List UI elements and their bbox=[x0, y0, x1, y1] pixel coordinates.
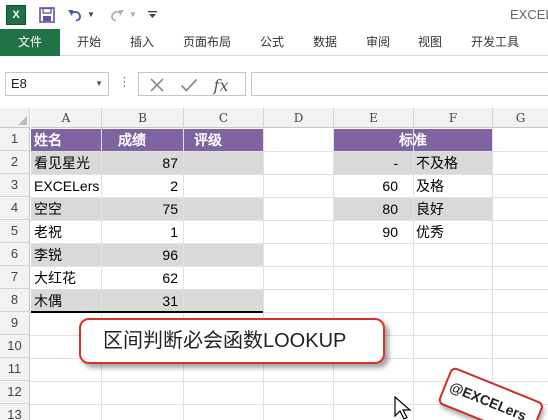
tab-view[interactable]: 视图 bbox=[418, 29, 442, 56]
column-header-f[interactable]: F bbox=[414, 108, 493, 128]
row-header-10[interactable]: 10 bbox=[0, 335, 30, 358]
row-header-11[interactable]: 11 bbox=[0, 358, 30, 381]
enter-check-icon[interactable] bbox=[177, 76, 201, 94]
criteria-level[interactable]: 及格 bbox=[416, 175, 492, 197]
name-box[interactable]: E8 ▼ bbox=[5, 72, 109, 96]
select-all-corner[interactable] bbox=[0, 108, 30, 128]
gridline bbox=[413, 128, 414, 420]
cell-score[interactable]: 75 bbox=[102, 198, 178, 220]
cell-name[interactable]: 大红花 bbox=[34, 267, 100, 289]
cell-name[interactable]: 老祝 bbox=[34, 221, 100, 243]
redo-dropdown-icon[interactable]: ▼ bbox=[128, 5, 138, 24]
cell-score[interactable]: 96 bbox=[102, 244, 178, 266]
tab-formulas[interactable]: 公式 bbox=[260, 29, 284, 56]
column-header-d[interactable]: D bbox=[264, 108, 334, 128]
column-header-e[interactable]: E bbox=[334, 108, 414, 128]
row-header-8[interactable]: 8 bbox=[0, 289, 30, 312]
redo-icon[interactable] bbox=[108, 5, 126, 24]
gridline bbox=[183, 128, 184, 420]
excel-app-icon[interactable]: X bbox=[6, 5, 26, 25]
criteria-level[interactable]: 不及格 bbox=[416, 152, 492, 174]
title-bar: X ▼ ▼ EXCEL bbox=[0, 0, 548, 29]
cell-name[interactable]: 看见星光 bbox=[34, 152, 100, 174]
customize-toolbar-icon[interactable] bbox=[146, 5, 158, 24]
cell-score[interactable]: 62 bbox=[102, 267, 178, 289]
window-title: EXCEL bbox=[510, 7, 548, 22]
table-bottom-border bbox=[31, 311, 263, 313]
cell-score[interactable]: 87 bbox=[102, 152, 178, 174]
column-header-a[interactable]: A bbox=[31, 108, 102, 128]
criteria-threshold[interactable]: - bbox=[334, 152, 398, 174]
row-header-1[interactable]: 1 bbox=[0, 128, 30, 151]
gridline bbox=[492, 128, 493, 420]
formula-bar: E8 ▼ ⋮ fx bbox=[0, 56, 548, 108]
tab-data[interactable]: 数据 bbox=[313, 29, 337, 56]
formula-bar-grip-icon[interactable]: ⋮ bbox=[118, 74, 131, 90]
criteria-level[interactable]: 良好 bbox=[416, 198, 492, 220]
header-name[interactable]: 姓名 bbox=[34, 129, 100, 151]
insert-function-icon[interactable]: fx bbox=[209, 76, 233, 95]
save-icon[interactable] bbox=[38, 5, 56, 24]
row-header-6[interactable]: 6 bbox=[0, 243, 30, 266]
lookup-callout: 区间判断必会函数LOOKUP bbox=[79, 318, 385, 364]
tab-developer[interactable]: 开发工具 bbox=[471, 29, 519, 56]
column-header-g[interactable]: G bbox=[493, 108, 548, 128]
cell-score[interactable]: 1 bbox=[102, 221, 178, 243]
row-header-9[interactable]: 9 bbox=[0, 312, 30, 335]
row-header-12[interactable]: 12 bbox=[0, 381, 30, 404]
cell-score[interactable]: 31 bbox=[102, 290, 178, 312]
criteria-threshold[interactable]: 90 bbox=[334, 221, 398, 243]
select-all-triangle-icon bbox=[18, 116, 27, 125]
criteria-header[interactable]: 标准 bbox=[334, 129, 492, 151]
column-header-c[interactable]: C bbox=[184, 108, 264, 128]
tab-page-layout[interactable]: 页面布局 bbox=[183, 29, 231, 56]
mouse-cursor-icon bbox=[394, 395, 414, 420]
cell-name[interactable]: 李锐 bbox=[34, 244, 100, 266]
formula-buttons: fx bbox=[138, 72, 246, 96]
cell-name[interactable]: EXCELers bbox=[34, 175, 100, 197]
header-grade[interactable]: 评级 bbox=[194, 129, 260, 151]
tab-home[interactable]: 开始 bbox=[77, 29, 101, 56]
undo-icon[interactable] bbox=[66, 5, 84, 24]
cell-name[interactable]: 空空 bbox=[34, 198, 100, 220]
chevron-down-icon[interactable]: ▼ bbox=[95, 73, 103, 95]
cell-name[interactable]: 木偶 bbox=[34, 290, 100, 312]
gridline bbox=[263, 128, 264, 420]
criteria-threshold[interactable]: 80 bbox=[334, 198, 398, 220]
row-header-7[interactable]: 7 bbox=[0, 266, 30, 289]
row-header-5[interactable]: 5 bbox=[0, 220, 30, 243]
tab-insert[interactable]: 插入 bbox=[130, 29, 154, 56]
criteria-threshold[interactable]: 60 bbox=[334, 175, 398, 197]
tab-file[interactable]: 文件 bbox=[0, 29, 60, 56]
cell-score[interactable]: 2 bbox=[102, 175, 178, 197]
excelers-stamp: @EXCELers bbox=[437, 366, 545, 420]
ribbon-tabs: 文件 开始 插入 页面布局 公式 数据 审阅 视图 开发工具 bbox=[0, 29, 548, 56]
criteria-level[interactable]: 优秀 bbox=[416, 221, 492, 243]
worksheet-grid: A B C D E F G 1 2 3 4 5 6 7 8 9 10 11 12… bbox=[0, 108, 548, 420]
undo-dropdown-icon[interactable]: ▼ bbox=[86, 5, 96, 24]
formula-input[interactable] bbox=[251, 72, 548, 96]
row-header-4[interactable]: 4 bbox=[0, 197, 30, 220]
row-header-3[interactable]: 3 bbox=[0, 174, 30, 197]
row-header-13[interactable]: 13 bbox=[0, 404, 30, 420]
header-score[interactable]: 成绩 bbox=[118, 129, 180, 151]
tab-review[interactable]: 审阅 bbox=[366, 29, 390, 56]
name-box-value: E8 bbox=[11, 76, 27, 91]
row-header-2[interactable]: 2 bbox=[0, 151, 30, 174]
cancel-icon[interactable] bbox=[145, 76, 169, 94]
column-header-b[interactable]: B bbox=[102, 108, 184, 128]
